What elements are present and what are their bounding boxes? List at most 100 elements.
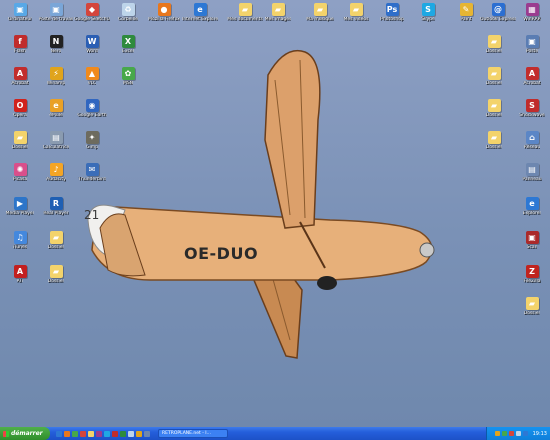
desktop-icon[interactable]: X Excel (110, 35, 146, 65)
app-icon: ✉ (85, 163, 99, 176)
desktop-icon[interactable]: ⚡ Winamp (38, 67, 74, 97)
taskbar-window-label: RETROPLANE.net - I... (162, 431, 211, 436)
desktop-icon[interactable]: ▰ Dossier (476, 99, 512, 129)
folder-icon: ▰ (49, 265, 63, 278)
desktop-icon-label: Opera (13, 113, 27, 118)
desktop-icon-label: Outlook Express (480, 17, 516, 22)
app-icon: N (49, 35, 63, 48)
desktop-icon-label: Paint (460, 17, 472, 22)
quick-launch-icon[interactable] (104, 430, 110, 437)
tray-icon[interactable] (522, 431, 528, 436)
app-icon: ▤ (525, 163, 539, 176)
desktop-icon-label: Dossier (485, 81, 503, 86)
desktop-icon[interactable]: ▰ Dossier (476, 35, 512, 65)
desktop-icon[interactable]: W Word (74, 35, 110, 65)
desktop-icon-label: Poste (525, 49, 539, 54)
desktop-icon-label: Réseau (523, 145, 541, 150)
desktop-icon[interactable]: ▰ Mes vidéos (338, 3, 374, 33)
desktop-icon[interactable]: S Skype (410, 3, 446, 33)
desktop-icon[interactable]: ▶ Media Player (2, 197, 38, 227)
desktop-icon[interactable]: ▰ Dossier (476, 131, 512, 161)
quick-launch-icon[interactable] (128, 430, 134, 437)
desktop-icon[interactable]: ▰ Dossier (38, 231, 74, 261)
desktop-icon[interactable]: Ps Photoshop (374, 3, 410, 33)
desktop-icon[interactable]: ▦ WinRAR (514, 3, 550, 33)
desktop-icon[interactable]: e eMule (38, 99, 74, 129)
quick-launch-icon[interactable] (136, 430, 142, 437)
desktop-icon[interactable]: ▲ VLC (74, 67, 110, 97)
desktop-icon-label: Explorer (522, 211, 542, 216)
desktop-icon[interactable]: ▤ Calculatrice (38, 131, 74, 161)
desktop-icon-label: Gimp (86, 145, 98, 150)
desktop-icon-label: Corbeille (118, 17, 138, 22)
desktop-icon[interactable]: e Internet Explorer (182, 3, 218, 33)
desktop-icon[interactable]: ✿ MSN (110, 67, 146, 97)
desktop-icon[interactable]: ✉ Thunderbird (74, 163, 110, 193)
desktop-icon-label: Dossier (485, 113, 503, 118)
desktop-icon[interactable]: ✦ Gimp (74, 131, 110, 161)
desktop-icon[interactable]: ⌂ Réseau (514, 131, 550, 161)
quick-launch-icon[interactable] (88, 430, 94, 437)
taskbar-window-button[interactable]: RETROPLANE.net - I... (158, 429, 228, 438)
desktop-icon[interactable]: ▰ Dossier (2, 131, 38, 161)
quick-launch-icon[interactable] (144, 430, 150, 437)
desktop-icon-label: Poste de travail (38, 17, 74, 22)
tray-icon[interactable] (508, 431, 514, 436)
app-icon: e (525, 197, 539, 210)
desktop-icon[interactable]: O Opera (2, 99, 38, 129)
folder-icon: ▰ (349, 3, 363, 16)
app-icon: S (421, 3, 435, 16)
desktop-icon[interactable]: ▰ Dossier (476, 67, 512, 97)
desktop-icon[interactable]: S Shockwave (514, 99, 550, 129)
desktop-icon[interactable]: ▰ Mes documents (227, 3, 263, 33)
desktop-icon-label: Real Player (43, 211, 69, 216)
app-icon: ▣ (13, 3, 27, 16)
desktop-icon[interactable]: ▰ Mes images (260, 3, 296, 33)
desktop-icon[interactable]: @ Outlook Express (480, 3, 516, 33)
desktop-icon[interactable]: ▰ Dossier (38, 265, 74, 295)
desktop-icon[interactable]: A ATI (2, 265, 38, 295)
desktop-icon[interactable]: ▣ Ordinateur (2, 3, 38, 33)
tray-icon[interactable] (494, 431, 500, 436)
desktop-icon-label: eMule (49, 113, 63, 118)
desktop-icon[interactable]: ● Mozilla Firefox (146, 3, 182, 33)
quick-launch-icon[interactable] (64, 430, 70, 437)
desktop-icon[interactable]: ◆ Google SketchUp (74, 3, 110, 33)
desktop-icon[interactable]: ◉ Google Earth (74, 99, 110, 129)
tray-icon[interactable] (501, 431, 507, 436)
glider-number: 21 (84, 208, 100, 222)
app-icon: A (525, 67, 539, 80)
desktop-icon[interactable]: ▤ Panneau (514, 163, 550, 193)
desktop-icon[interactable]: ♫ iTunes (2, 231, 38, 261)
app-icon: X (121, 35, 135, 48)
tray-icon[interactable] (515, 431, 521, 436)
desktop-icon-label: Dossier (485, 49, 503, 54)
desktop-icon-label: Google SketchUp (74, 17, 110, 22)
start-button[interactable]: démarrer (0, 427, 50, 440)
desktop-icon[interactable]: Z FileZilla (514, 265, 550, 295)
desktop-icon[interactable]: ▰ Ma musique (302, 3, 338, 33)
desktop-icon[interactable]: N Nero (38, 35, 74, 65)
desktop-icon[interactable]: ♪ Audacity (38, 163, 74, 193)
desktop-icon[interactable]: ♻ Corbeille (110, 3, 146, 33)
quick-launch-icon[interactable] (112, 430, 118, 437)
quick-launch-icon[interactable] (96, 430, 102, 437)
desktop-icon[interactable]: e Explorer (514, 197, 550, 227)
quick-launch-icon[interactable] (72, 430, 78, 437)
quick-launch-icon[interactable] (56, 430, 62, 437)
desktop-icon[interactable]: ▣ Poste (514, 35, 550, 65)
quick-launch-icon[interactable] (80, 430, 86, 437)
desktop-icon[interactable]: f Flash (2, 35, 38, 65)
desktop-icon[interactable]: ✺ Picasa (2, 163, 38, 193)
desktop-icon[interactable]: A Acrobat (2, 67, 38, 97)
app-icon: O (13, 99, 27, 112)
desktop-icon-label: Dossier (47, 245, 65, 250)
desktop-icon-label: Word (86, 49, 98, 54)
desktop-icon[interactable]: ▣ Poste de travail (38, 3, 74, 33)
desktop-icon[interactable]: ▰ Dossier (514, 297, 550, 327)
desktop-icon[interactable]: A Acrobat (514, 67, 550, 97)
desktop-icon[interactable]: R Real Player (38, 197, 74, 227)
desktop-icon[interactable]: ▣ Scan (514, 231, 550, 261)
quick-launch-icon[interactable] (120, 430, 126, 437)
desktop-icon[interactable]: ✎ Paint (448, 3, 484, 33)
